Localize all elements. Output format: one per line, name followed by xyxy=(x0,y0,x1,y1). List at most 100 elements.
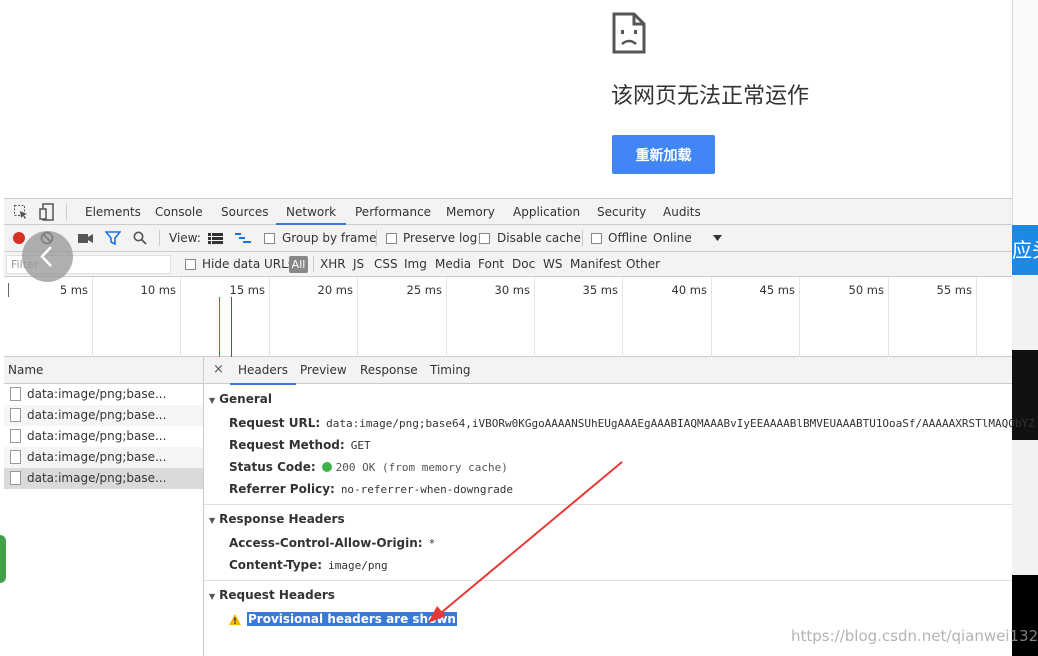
filter-type-all[interactable]: All xyxy=(289,256,308,273)
general-section-title: General xyxy=(219,392,272,406)
filter-type-js[interactable]: JS xyxy=(353,252,364,277)
large-rows-icon[interactable] xyxy=(208,233,223,244)
request-headers-toggle[interactable]: ▼ Request Headers xyxy=(209,588,335,602)
response-headers-toggle[interactable]: ▼ Response Headers xyxy=(209,512,345,526)
file-icon xyxy=(10,387,21,401)
file-icon xyxy=(10,429,21,443)
tab-audits[interactable]: Audits xyxy=(663,199,701,225)
waterfall-overview-icon[interactable] xyxy=(235,232,251,245)
inspect-element-icon[interactable] xyxy=(13,204,29,220)
provisional-headers-warning: Provisional headers are shown xyxy=(229,612,457,626)
filter-type-media[interactable]: Media xyxy=(435,252,471,277)
timeline-start-marker xyxy=(8,283,9,297)
dropdown-caret-icon[interactable] xyxy=(713,235,722,241)
group-by-frame-checkbox[interactable] xyxy=(264,233,275,244)
tab-timing[interactable]: Timing xyxy=(430,357,471,383)
content-type-value: image/png xyxy=(328,559,388,572)
divider xyxy=(159,230,160,246)
device-toolbar-icon[interactable] xyxy=(39,203,55,221)
page-viewport: 该网页无法正常运作 重新加载 xyxy=(0,0,1012,198)
tab-sources[interactable]: Sources xyxy=(221,199,268,225)
error-title: 该网页无法正常运作 xyxy=(611,84,810,109)
network-lower-panel: Name data:image/png;base... data:image/p… xyxy=(4,357,1035,656)
capture-screenshots-icon[interactable] xyxy=(78,232,94,244)
tab-memory[interactable]: Memory xyxy=(446,199,495,225)
caret-down-icon: ▼ xyxy=(209,516,216,525)
divider xyxy=(582,230,583,246)
divider xyxy=(204,580,1012,581)
acao-key: Access-Control-Allow-Origin: xyxy=(229,536,423,550)
load-event-line xyxy=(219,297,220,357)
tab-headers[interactable]: Headers xyxy=(230,357,296,385)
general-section-toggle[interactable]: ▼ General xyxy=(209,392,272,406)
request-method-row: Request Method: GET xyxy=(229,438,371,452)
domcontentloaded-line xyxy=(231,297,232,357)
tab-elements[interactable]: Elements xyxy=(85,199,141,225)
request-method-value: GET xyxy=(350,439,371,452)
preserve-log-checkbox[interactable] xyxy=(386,233,397,244)
name-column-header[interactable]: Name xyxy=(4,357,203,384)
filter-type-img[interactable]: Img xyxy=(404,252,427,277)
request-url-key: Request URL: xyxy=(229,416,321,430)
filter-type-manifest[interactable]: Manifest xyxy=(570,252,621,277)
request-row-selected[interactable]: data:image/png;base... xyxy=(4,468,203,489)
filter-type-xhr[interactable]: XHR xyxy=(320,252,346,277)
tab-performance[interactable]: Performance xyxy=(355,199,431,225)
request-row[interactable]: data:image/png;base... xyxy=(4,447,203,468)
divider xyxy=(66,204,67,220)
status-ok-icon xyxy=(321,462,332,472)
background-window-strip: 应头 xyxy=(1012,0,1038,656)
network-overview-timeline[interactable]: 5 ms 10 ms 15 ms 20 ms 25 ms 30 ms 35 ms 40 ms 4… xyxy=(4,277,1012,357)
caret-down-icon: ▼ xyxy=(209,592,216,601)
disable-cache-checkbox[interactable] xyxy=(479,233,490,244)
tab-response[interactable]: Response xyxy=(360,357,418,383)
filter-type-font[interactable]: Font xyxy=(478,252,504,277)
filter-type-css[interactable]: CSS xyxy=(374,252,398,277)
request-method-key: Request Method: xyxy=(229,438,345,452)
timeline-tick-label: 15 ms xyxy=(229,283,265,297)
status-code-row: Status Code: 200 OK (from memory cache) xyxy=(229,460,508,474)
timeline-tick-label: 55 ms xyxy=(936,283,972,297)
floating-green-widget[interactable] xyxy=(0,535,6,583)
throttling-select[interactable]: Online xyxy=(653,225,692,252)
timeline-gridline xyxy=(622,277,623,357)
request-url-row: Request URL: data:image/png;base64,iVBORw… xyxy=(229,416,1035,430)
tab-security[interactable]: Security xyxy=(597,199,646,225)
filter-type-other[interactable]: Other xyxy=(626,252,660,277)
tab-console[interactable]: Console xyxy=(155,199,203,225)
reload-button[interactable]: 重新加载 xyxy=(612,135,715,174)
background-window-top xyxy=(1012,0,1038,225)
filter-icon[interactable] xyxy=(105,231,121,245)
status-code-key: Status Code: xyxy=(229,460,316,474)
offline-checkbox[interactable] xyxy=(591,233,602,244)
filter-type-doc[interactable]: Doc xyxy=(512,252,535,277)
detail-tabs-bar: × Headers Preview Response Timing xyxy=(204,357,1012,385)
divider xyxy=(204,504,1012,505)
hide-data-urls-checkbox[interactable] xyxy=(185,259,196,270)
background-blue-banner: 应头 xyxy=(1012,225,1038,275)
timeline-gridline xyxy=(534,277,535,357)
disable-cache-label: Disable cache xyxy=(497,231,581,245)
close-icon[interactable]: × xyxy=(213,357,224,383)
offline-label: Offline xyxy=(608,231,648,245)
timeline-tick-label: 50 ms xyxy=(848,283,884,297)
tab-preview[interactable]: Preview xyxy=(300,357,347,383)
timeline-gridline xyxy=(180,277,181,357)
acao-row: Access-Control-Allow-Origin: * xyxy=(229,536,435,550)
timeline-tick-label: 20 ms xyxy=(317,283,353,297)
back-navigation-button[interactable] xyxy=(22,231,73,282)
tab-network[interactable]: Network xyxy=(276,199,347,225)
timeline-gridline xyxy=(976,277,977,357)
filter-type-ws[interactable]: WS xyxy=(543,252,562,277)
request-name: data:image/png;base... xyxy=(27,387,167,401)
divider xyxy=(313,256,314,272)
request-row[interactable]: data:image/png;base... xyxy=(4,405,203,426)
tab-application[interactable]: Application xyxy=(513,199,580,225)
request-detail-panel: × Headers Preview Response Timing ▼ Gener… xyxy=(204,357,1035,656)
acao-value: * xyxy=(428,537,436,550)
request-row[interactable]: data:image/png;base... xyxy=(4,384,203,405)
response-headers-title: Response Headers xyxy=(219,512,345,526)
background-blue-text: 应头 xyxy=(1012,238,1038,262)
search-icon[interactable] xyxy=(133,231,147,245)
request-row[interactable]: data:image/png;base... xyxy=(4,426,203,447)
